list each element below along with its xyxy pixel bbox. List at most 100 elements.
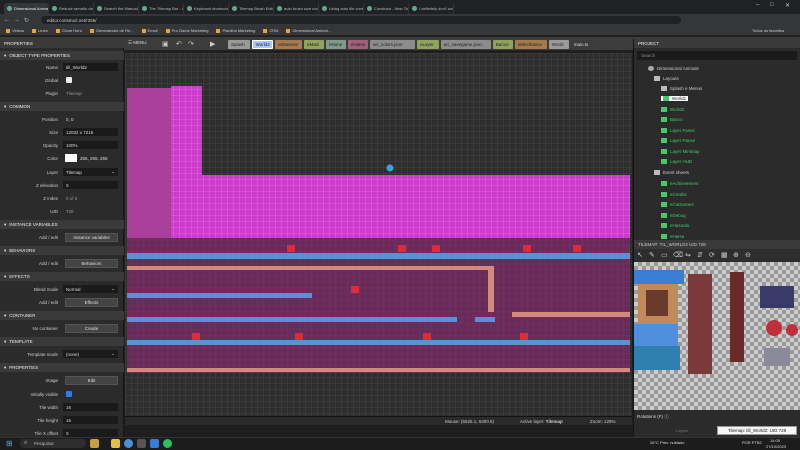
zelevation-field[interactable]: 0	[63, 181, 118, 189]
tree-root[interactable]: Dimensional Animals	[648, 66, 699, 71]
bookmark-item[interactable]: Pro Game Marketing	[165, 28, 208, 33]
tree-layout-item[interactable]: World2	[661, 106, 684, 112]
close-icon[interactable]: ✕	[785, 2, 790, 9]
reload-icon[interactable]: ↻	[24, 17, 29, 24]
save-icon[interactable]: ▣	[162, 40, 169, 48]
pencil-icon[interactable]: ✎	[649, 251, 655, 259]
bookmark-item[interactable]: Planilha Marketing	[216, 28, 255, 33]
tree-layout-item[interactable]: Banco	[661, 117, 683, 122]
bookmark-item[interactable]: Generatodor de Re...	[89, 28, 134, 33]
tile-height-field[interactable]: 16	[63, 416, 118, 424]
chrome-icon[interactable]	[124, 439, 133, 448]
browser-tab[interactable]: Reducir tamaño de arquivo...	[49, 3, 94, 14]
player-sprite[interactable]	[386, 164, 394, 172]
layout-tab[interactable]: eLayer	[417, 40, 439, 49]
undo-icon[interactable]: ↶	[176, 40, 182, 48]
layer-select[interactable]: Tilemap ⌄	[63, 168, 118, 176]
redo-icon[interactable]: ↷	[188, 40, 194, 48]
language-indicator[interactable]: POR PTB2	[742, 440, 762, 445]
common-section[interactable]: ▾ COMMON	[0, 102, 124, 111]
bookmark-item[interactable]: CRM	[263, 28, 278, 33]
behaviors-button[interactable]: Behaviors	[65, 259, 118, 268]
clock-time[interactable]: 14:05	[770, 438, 780, 443]
zoom-in-icon[interactable]: ⊕	[733, 251, 739, 259]
forward-icon[interactable]: →	[14, 17, 20, 23]
rotate-icon[interactable]: ⟳	[709, 251, 715, 259]
layout-tab[interactable]: arr_colors.json	[370, 40, 415, 49]
layout-tab[interactable]: eNone	[326, 40, 346, 49]
minimize-icon[interactable]: –	[756, 2, 759, 8]
browser-tab[interactable]: Keyboard shortcuts - Constr...	[184, 3, 229, 14]
behaviors-section[interactable]: ▾ BEHAVIORS	[0, 246, 124, 255]
browser-tab[interactable]: The Tilemap Bar - Construct...	[139, 3, 184, 14]
browser-tab[interactable]: Dimensional Animals - Constr...	[4, 3, 49, 14]
bookmark-item[interactable]: Videos	[6, 28, 24, 33]
clock-date[interactable]: 27/10/2023	[766, 444, 786, 449]
tree-layout-item[interactable]: World1	[661, 96, 689, 101]
template-section[interactable]: ▾ TEMPLATE	[0, 337, 124, 346]
spotify-icon[interactable]	[163, 439, 172, 448]
tree-layouts-folder[interactable]: Layouts	[654, 76, 679, 81]
tile-width-field[interactable]: 16	[63, 403, 118, 411]
flip-vertical-icon[interactable]: ⇵	[697, 251, 703, 259]
global-checkbox[interactable]	[66, 77, 72, 83]
edit-image-button[interactable]: Edit	[65, 376, 118, 385]
tree-splash-folder[interactable]: Splash e Menus	[661, 86, 702, 91]
flip-horizontal-icon[interactable]: ⇋	[685, 251, 691, 259]
layout-tab[interactable]: eMechanics	[514, 40, 547, 49]
layout-tab[interactable]: Banco	[492, 40, 513, 49]
layout-tab[interactable]: World	[548, 40, 569, 49]
layout-tab[interactable]: arr_savegame.json	[440, 40, 491, 49]
effects-button[interactable]: Effects	[65, 298, 118, 307]
eraser-icon[interactable]: ⌫	[673, 251, 683, 259]
create-container-button[interactable]: Create	[65, 324, 118, 333]
layout-tab[interactable]: eHaHa	[348, 40, 368, 49]
tree-event-item[interactable]: eAchievement	[661, 181, 699, 186]
layout-tab[interactable]: eDownsie	[275, 40, 302, 49]
all-bookmarks-link[interactable]: Todos os favoritos	[752, 28, 784, 33]
initially-visible-checkbox[interactable]	[66, 391, 72, 397]
url-input[interactable]: editor.construct.net/r356/	[41, 16, 682, 24]
browser-tab[interactable]: I definitely don't understan...	[409, 3, 454, 14]
template-mode-select[interactable]: (none) ⌄	[63, 350, 118, 358]
instance-variables-button[interactable]: Instance variables	[65, 233, 118, 242]
app-icon[interactable]	[137, 439, 146, 448]
tree-layout-item[interactable]: Layer Pause	[661, 138, 695, 143]
tree-event-folder[interactable]: Event sheets	[654, 170, 689, 175]
opacity-field[interactable]: 100%	[63, 141, 118, 149]
maximize-icon[interactable]: □	[770, 2, 774, 8]
help-icon[interactable]: ⓘ	[664, 414, 669, 419]
play-icon[interactable]: ▶	[210, 40, 215, 48]
browser-tab[interactable]: Search the Manual	[94, 3, 139, 14]
bookmark-item[interactable]: Email	[141, 28, 158, 33]
properties-section[interactable]: ▾ PROPERTIES	[0, 363, 124, 372]
layout-tab[interactable]: eMain	[304, 40, 324, 49]
size-field[interactable]: 12032 x 7216	[63, 128, 118, 136]
tileset-image[interactable]	[634, 262, 800, 410]
menu-button[interactable]: ☰ MENU	[128, 40, 147, 46]
tree-event-item[interactable]: eHaHa	[661, 233, 684, 239]
project-search-input[interactable]: Search	[637, 51, 797, 60]
instance-variables-section[interactable]: ▾ INSTANCE VARIABLES	[0, 220, 124, 229]
tree-event-item[interactable]: eCredits	[661, 191, 687, 197]
tree-event-item[interactable]: eCutscenes	[661, 202, 694, 207]
layout-tab[interactable]: Splash	[228, 40, 250, 49]
bookmark-item[interactable]: Dimensional Animal...	[286, 28, 331, 33]
effects-section[interactable]: ▾ EFFECTS	[0, 272, 124, 281]
bookmark-item[interactable]: Lines	[32, 28, 48, 33]
layout-canvas[interactable]	[125, 53, 632, 416]
tree-event-item[interactable]: eDebug	[661, 212, 686, 218]
tileset-palette[interactable]	[634, 262, 800, 410]
tree-layout-item[interactable]: Layer Fases	[661, 127, 695, 133]
container-section[interactable]: ▾ CONTAINER	[0, 311, 124, 320]
color-swatch[interactable]	[65, 154, 77, 162]
browser-tab[interactable]: Tilemap Brush Editor - Cons...	[229, 3, 274, 14]
pointer-icon[interactable]: ↖	[637, 251, 643, 259]
layout-tab[interactable]: main.ts	[570, 40, 595, 49]
zoom-out-icon[interactable]: ⊖	[745, 251, 751, 259]
tile-brush-icon[interactable]: ▦	[721, 251, 728, 259]
browser-tab[interactable]: auto brush size construct 3	[274, 3, 319, 14]
tree-layout-item[interactable]: Layer HUD	[661, 159, 692, 164]
tree-layout-item[interactable]: Layer Minimap	[661, 148, 700, 154]
blend-select[interactable]: Normal ⌄	[63, 285, 118, 293]
